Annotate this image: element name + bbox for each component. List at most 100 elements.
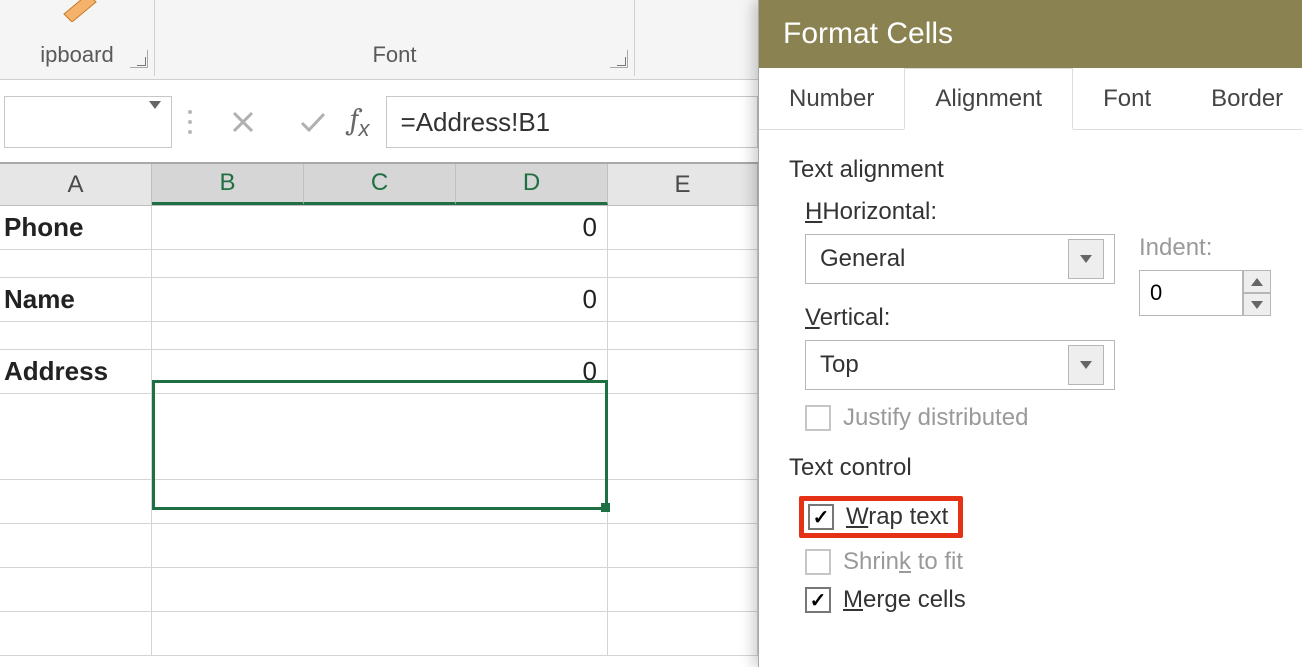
column-headers: A B C D E — [0, 164, 758, 206]
column-header[interactable]: A — [0, 164, 152, 205]
cell-empty[interactable] — [0, 480, 152, 524]
cell-empty[interactable] — [608, 250, 758, 278]
cell-label[interactable]: Phone — [0, 206, 152, 250]
cancel-formula-button[interactable] — [208, 96, 278, 148]
chevron-down-icon — [1068, 239, 1104, 279]
tab-number[interactable]: Number — [759, 68, 904, 129]
section-text-control: Text control — [789, 454, 1272, 482]
ribbon-group-font: Font — [155, 0, 635, 76]
dropdown-value: General — [820, 245, 905, 273]
checkbox-merge-cells[interactable]: Merge cells — [805, 586, 1272, 614]
cell-empty[interactable] — [152, 524, 608, 568]
column-header[interactable]: B — [152, 164, 304, 205]
cell-empty[interactable] — [608, 524, 758, 568]
grid-row — [0, 322, 758, 350]
cell-empty[interactable] — [152, 394, 608, 480]
cell-empty[interactable] — [608, 568, 758, 612]
highlight-wrap-text: Wrap text — [799, 496, 963, 538]
ribbon-fragment: ipboard Font — [0, 0, 758, 80]
panel-tabs: Number Alignment Font Border — [759, 68, 1302, 130]
cell-empty[interactable] — [608, 350, 758, 394]
grid-row — [0, 480, 758, 524]
checkbox-label: Wrap text — [846, 503, 948, 531]
grid-row: Phone 0 — [0, 206, 758, 250]
formula-text: =Address!B1 — [401, 107, 551, 138]
cell-label[interactable]: Name — [0, 278, 152, 322]
checkbox-label: Justify distributed — [843, 404, 1028, 432]
grid-row — [0, 394, 758, 480]
formula-bar-grip[interactable] — [180, 110, 200, 134]
checkbox-icon — [805, 405, 831, 431]
grid-row: Address 0 — [0, 350, 758, 394]
name-box[interactable] — [4, 96, 172, 148]
dropdown-horizontal[interactable]: General — [805, 234, 1115, 284]
checkbox-icon — [805, 549, 831, 575]
cell-empty[interactable] — [0, 568, 152, 612]
cell-empty[interactable] — [608, 394, 758, 480]
checkbox-wrap-text[interactable] — [808, 504, 834, 530]
cell-empty[interactable] — [152, 612, 608, 656]
fx-icon[interactable]: fx — [350, 102, 370, 142]
cell-empty[interactable] — [608, 278, 758, 322]
spin-down-button[interactable] — [1243, 293, 1271, 316]
cell-empty[interactable] — [0, 524, 152, 568]
cell-value[interactable]: 0 — [152, 206, 608, 250]
grid-row: Name 0 — [0, 278, 758, 322]
cell-empty[interactable] — [0, 322, 152, 350]
chevron-down-icon — [149, 101, 161, 134]
indent-stepper[interactable] — [1139, 270, 1271, 316]
column-header[interactable]: C — [304, 164, 456, 205]
checkbox-label: Shrink to fit — [843, 548, 963, 576]
panel-title: Format Cells — [759, 0, 1302, 68]
tab-alignment[interactable]: Alignment — [904, 68, 1073, 130]
formula-bar: fx =Address!B1 — [0, 92, 758, 152]
grid-rows: Phone 0 Name 0 Address 0 — [0, 206, 758, 656]
column-header[interactable]: D — [456, 164, 608, 205]
dropdown-vertical[interactable]: Top — [805, 340, 1115, 390]
ribbon-group-label: Font — [372, 42, 416, 76]
checkbox-justify-distributed: Justify distributed — [805, 404, 1272, 432]
format-cells-panel: Format Cells Number Alignment Font Borde… — [758, 0, 1302, 667]
grid-row — [0, 568, 758, 612]
checkbox-label: Merge cells — [843, 586, 966, 614]
enter-formula-button[interactable] — [278, 96, 348, 148]
cell-empty[interactable] — [152, 322, 608, 350]
formula-controls: fx — [208, 96, 378, 148]
spreadsheet-grid[interactable]: A B C D E Phone 0 Name 0 Address 0 — [0, 162, 758, 667]
chevron-down-icon — [1068, 345, 1104, 385]
tab-font[interactable]: Font — [1073, 68, 1181, 129]
spin-up-button[interactable] — [1243, 270, 1271, 293]
panel-body: Text alignment HHorizontal: General Vert… — [759, 130, 1302, 614]
cell-empty[interactable] — [608, 322, 758, 350]
cell-label[interactable]: Address — [0, 350, 152, 394]
cell-empty[interactable] — [608, 612, 758, 656]
grid-row — [0, 612, 758, 656]
cell-empty[interactable] — [0, 250, 152, 278]
formula-input[interactable]: =Address!B1 — [386, 96, 758, 148]
cell-value[interactable]: 0 — [152, 350, 608, 394]
checkbox-icon[interactable] — [805, 587, 831, 613]
dropdown-value: Top — [820, 351, 859, 379]
tab-border[interactable]: Border — [1181, 68, 1302, 129]
dialog-launcher-icon[interactable] — [610, 50, 628, 68]
grid-row — [0, 524, 758, 568]
label-vertical: Vertical: — [805, 304, 1115, 332]
label-indent: Indent: — [1139, 234, 1271, 262]
cell-empty[interactable] — [152, 480, 608, 524]
indent-input[interactable] — [1139, 270, 1243, 316]
cell-empty[interactable] — [608, 480, 758, 524]
column-header[interactable]: E — [608, 164, 758, 205]
checkbox-shrink-to-fit: Shrink to fit — [805, 548, 1272, 576]
ribbon-group-clipboard: ipboard — [0, 0, 155, 76]
cell-empty[interactable] — [152, 568, 608, 612]
cell-value[interactable]: 0 — [152, 278, 608, 322]
ribbon-group-label: ipboard — [40, 42, 113, 76]
cell-empty[interactable] — [0, 612, 152, 656]
cell-empty[interactable] — [152, 250, 608, 278]
dialog-launcher-icon[interactable] — [130, 50, 148, 68]
cell-empty[interactable] — [0, 394, 152, 480]
grid-row — [0, 250, 758, 278]
label-horizontal: HHorizontal: — [805, 198, 1115, 226]
section-text-alignment: Text alignment — [789, 156, 1272, 184]
cell-empty[interactable] — [608, 206, 758, 250]
